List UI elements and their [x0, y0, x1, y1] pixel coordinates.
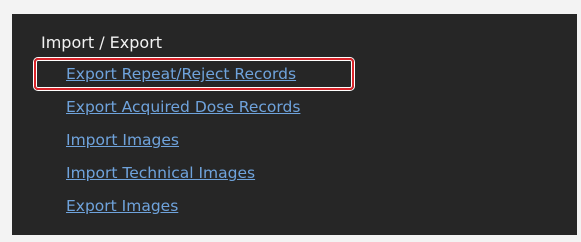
link-list: Export Repeat/Reject Records Export Acqu…	[66, 62, 300, 227]
export-acquired-dose-records-link[interactable]: Export Acquired Dose Records	[66, 98, 300, 116]
list-item: Import Technical Images	[66, 161, 300, 194]
import-images-link[interactable]: Import Images	[66, 131, 179, 149]
list-item: Export Acquired Dose Records	[66, 95, 300, 128]
export-images-link[interactable]: Export Images	[66, 197, 178, 215]
list-item: Export Images	[66, 194, 300, 227]
import-technical-images-link[interactable]: Import Technical Images	[66, 164, 255, 182]
list-item: Import Images	[66, 128, 300, 161]
section-title: Import / Export	[41, 33, 163, 52]
list-item: Export Repeat/Reject Records	[66, 62, 300, 95]
import-export-panel: Import / Export Export Repeat/Reject Rec…	[12, 14, 577, 235]
export-repeat-reject-records-link[interactable]: Export Repeat/Reject Records	[66, 65, 296, 83]
